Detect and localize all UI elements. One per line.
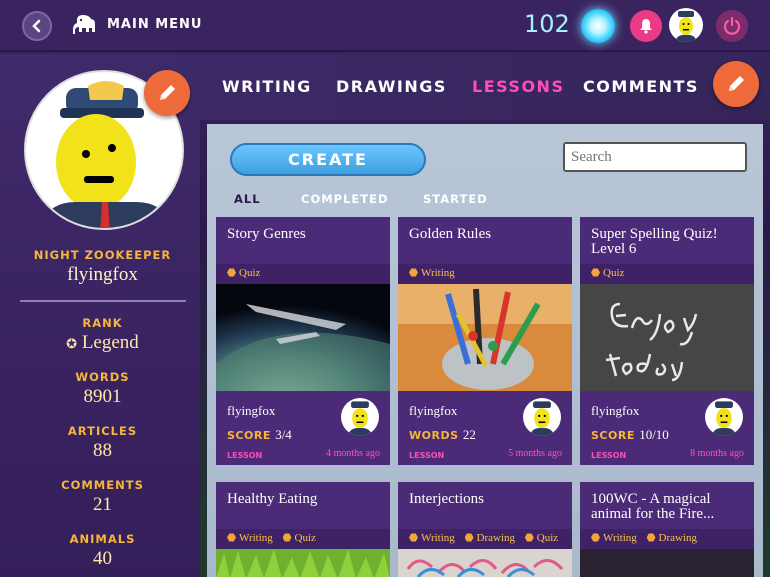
card-type: LESSON [409, 451, 445, 460]
tag-drawing: Drawing [464, 532, 515, 544]
tag-writing: Writing [227, 532, 273, 544]
card-tags: Quiz [216, 264, 390, 284]
card-type: LESSON [591, 451, 627, 460]
power-icon [723, 16, 741, 35]
card-type: LESSON [227, 451, 263, 460]
search-input[interactable] [563, 142, 747, 172]
filter-started[interactable]: STARTED [423, 192, 488, 206]
card-tags: Writing Drawing [580, 529, 754, 549]
pencil-icon [160, 85, 175, 100]
card-title: Golden Rules [409, 226, 492, 242]
logout-button[interactable] [716, 10, 748, 42]
card-tags: Writing Drawing Quiz [398, 529, 572, 549]
tag-drawing: Drawing [646, 532, 697, 544]
stat-value-articles: 88 [93, 440, 112, 461]
lesson-card[interactable]: Story Genres Quiz flyingfox SCORE 3/4 LE… [216, 217, 390, 465]
back-button[interactable] [22, 11, 52, 41]
bell-icon [640, 19, 652, 34]
pencil-icon [729, 76, 744, 91]
card-metric-value: 10/10 [639, 427, 669, 442]
card-time: 4 months ago [326, 448, 380, 459]
card-time: 5 months ago [508, 448, 562, 459]
avatar [523, 398, 561, 436]
stat-value-animals: 40 [93, 548, 112, 569]
card-metric: SCORE 10/10 [591, 427, 669, 442]
stat-value-words: 8901 [83, 386, 122, 407]
zookeeper-avatar-icon [675, 11, 697, 42]
stat-label-articles: ARTICLES [67, 424, 138, 438]
chalkboard-image [580, 284, 754, 391]
pens-image [398, 284, 572, 391]
card-title: 100WC - A magical animal for the Fire... [591, 491, 715, 522]
lesson-card[interactable]: Golden Rules Writing flyingfox WORDS 22 … [398, 217, 572, 465]
stat-label-rank: RANK [82, 316, 123, 330]
tag-quiz: Quiz [524, 532, 558, 544]
lesson-card[interactable]: 100WC - A magical animal for the Fire...… [580, 482, 754, 577]
lesson-card[interactable]: Super Spelling Quiz! Level 6 Quiz flying… [580, 217, 754, 465]
tab-writing[interactable]: WRITING [222, 77, 312, 96]
filter-completed[interactable]: COMPLETED [301, 192, 389, 206]
tab-drawings[interactable]: DRAWINGS [336, 77, 447, 96]
card-author: flyingfox [591, 403, 640, 418]
back-arrow-icon [32, 19, 41, 33]
card-metric: WORDS 22 [409, 427, 476, 442]
grass-image [216, 549, 390, 577]
card-title: Interjections [409, 491, 484, 507]
stat-value-rank: ✪ Legend [0, 332, 205, 354]
card-title: Story Genres [227, 226, 306, 242]
tag-writing: Writing [409, 267, 455, 279]
tag-writing: Writing [591, 532, 637, 544]
avatar[interactable] [669, 8, 703, 42]
create-button[interactable]: CREATE [230, 143, 426, 176]
edit-tabs-button[interactable] [713, 61, 759, 107]
card-title: Healthy Eating [227, 491, 318, 507]
card-tags: Quiz [580, 264, 754, 284]
paperclips-image [398, 549, 572, 577]
main-menu-link[interactable]: MAIN MENU [107, 17, 203, 32]
tag-quiz: Quiz [591, 267, 624, 279]
filter-all[interactable]: ALL [234, 192, 261, 206]
card-tags: Writing [398, 264, 572, 284]
profile-title: NIGHT ZOOKEEPER [33, 248, 172, 262]
tag-quiz: Quiz [282, 532, 316, 544]
card-author: flyingfox [409, 403, 458, 418]
card-title: Super Spelling Quiz! Level 6 [591, 226, 718, 257]
stat-label-animals: ANIMALS [69, 532, 136, 546]
card-metric: SCORE 3/4 [227, 427, 292, 442]
stat-label-comments: COMMENTS [61, 478, 144, 492]
lesson-card[interactable]: Healthy Eating Writing Quiz [216, 482, 390, 577]
stat-label-words: WORDS [75, 370, 130, 384]
rank-value: Legend [81, 332, 139, 353]
elephant-icon[interactable] [72, 12, 98, 38]
tag-quiz: Quiz [227, 267, 260, 279]
notifications-button[interactable] [630, 10, 662, 42]
space-station-image [216, 284, 390, 391]
card-time: 8 months ago [690, 448, 744, 459]
card-author: flyingfox [227, 403, 276, 418]
divider [20, 300, 186, 302]
coin-count: 102 [524, 10, 570, 38]
tab-lessons[interactable]: LESSONS [472, 77, 564, 96]
tag-writing: Writing [409, 532, 455, 544]
card-tags: Writing Quiz [216, 529, 390, 549]
card-metric-value: 3/4 [275, 427, 292, 442]
dark-image [580, 549, 754, 577]
stat-value-comments: 21 [93, 494, 112, 515]
lesson-card[interactable]: Interjections Writing Drawing Quiz [398, 482, 572, 577]
rank-badge-icon: ✪ [66, 336, 78, 351]
orb-icon[interactable] [581, 9, 615, 43]
card-metric-value: 22 [462, 427, 476, 442]
avatar [341, 398, 379, 436]
edit-profile-button[interactable] [144, 70, 190, 116]
avatar [705, 398, 743, 436]
profile-username: flyingfox [67, 264, 138, 285]
tab-comments[interactable]: COMMENTS [583, 77, 699, 96]
